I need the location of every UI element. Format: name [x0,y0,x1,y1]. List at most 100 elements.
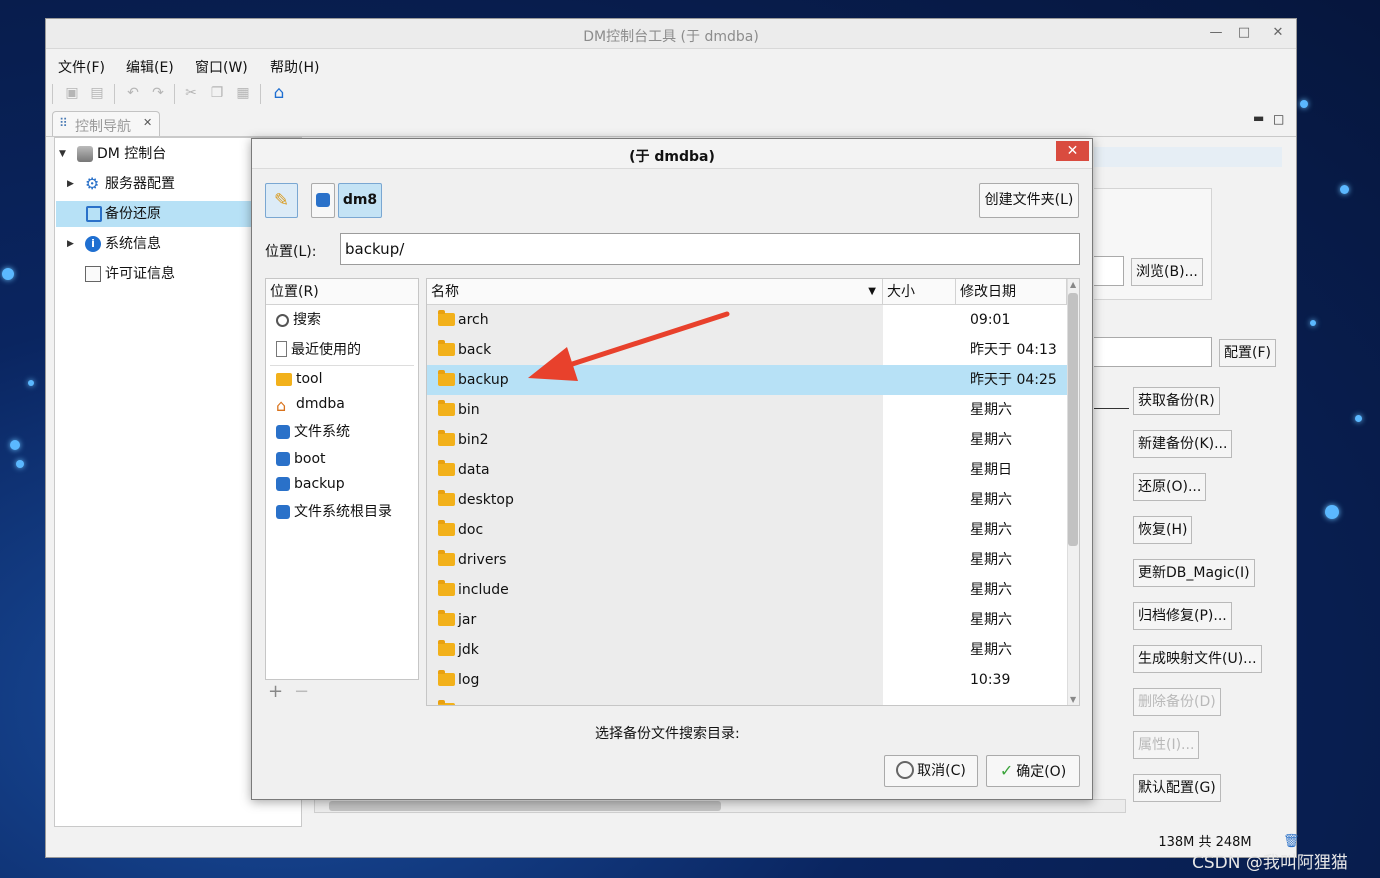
place-filesystem[interactable]: 文件系统 [276,420,350,445]
ok-label: 确定(O) [1016,764,1067,780]
column-name[interactable]: 名称 ▼ [427,279,883,305]
update-db-magic-button[interactable]: 更新DB_Magic(I) [1133,559,1255,587]
menu-help[interactable]: 帮助(H) [270,57,319,77]
file-row[interactable]: bin2 星期六 [427,425,1067,455]
window-title: DM控制台工具 (于 dmdba) [583,29,759,45]
expand-arrow-icon[interactable]: ▶ [67,171,74,197]
file-modified: 星期六 [970,642,1012,658]
recover-button[interactable]: 恢复(H) [1133,516,1193,544]
default-config-button[interactable]: 默认配置(G) [1133,774,1221,802]
file-row[interactable]: log 10:39 [427,665,1067,695]
file-row[interactable]: desktop 星期六 [427,485,1067,515]
file-row[interactable]: jar 星期六 [427,605,1067,635]
file-row[interactable]: data 星期日 [427,455,1067,485]
list-divider [1094,408,1129,409]
column-modified[interactable]: 修改日期 [956,279,1067,305]
home-icon[interactable]: ⌂ [270,84,288,102]
maximize-button[interactable]: □ [1234,24,1254,42]
tree-item-label: DM 控制台 [97,146,167,162]
file-row[interactable]: bin 星期六 [427,395,1067,425]
view-maximize-icon[interactable]: □ [1273,112,1284,126]
file-row-partial[interactable] [427,695,1067,705]
path-segment-dm8[interactable]: dm8 [338,183,382,218]
file-modified: 星期六 [970,612,1012,628]
file-row[interactable]: jdk 星期六 [427,635,1067,665]
annotation-arrow-icon [528,311,730,381]
scroll-down-icon[interactable]: ▼ [1070,695,1076,704]
minimize-button[interactable]: — [1206,24,1226,42]
pencil-icon: ✎ [273,190,290,211]
file-row[interactable]: doc 星期六 [427,515,1067,545]
folder-icon [438,670,455,686]
undo-icon[interactable]: ↶ [124,84,142,102]
dialog-close-button[interactable]: ✕ [1056,141,1089,161]
edit-path-button[interactable]: ✎ [265,183,298,218]
file-row[interactable]: drivers 星期六 [427,545,1067,575]
scroll-up-icon[interactable]: ▲ [1070,280,1076,289]
menu-edit[interactable]: 编辑(E) [126,57,174,77]
place-backup[interactable]: backup [276,472,345,497]
delete-backup-button[interactable]: 删除备份(D) [1133,688,1221,716]
expand-arrow-icon[interactable]: ▶ [67,231,74,257]
save-icon[interactable]: ▣ [63,84,81,102]
properties-button[interactable]: 属性(I)... [1133,731,1200,759]
place-recent[interactable]: 最近使用的 [276,338,361,363]
file-row[interactable]: include 星期六 [427,575,1067,605]
tab-navigation[interactable]: ⠿ 控制导航 ✕ [52,111,160,137]
config-input[interactable] [1094,337,1212,367]
save-all-icon[interactable]: ▤ [88,84,106,102]
folder-icon [438,640,455,656]
place-tool[interactable]: tool [276,367,323,392]
get-backup-button[interactable]: 获取备份(R) [1133,387,1220,415]
generate-map-file-button[interactable]: 生成映射文件(U)... [1133,645,1262,673]
view-minimize-icon[interactable]: ▬ [1253,111,1264,125]
new-backup-button[interactable]: 新建备份(K)... [1133,430,1233,458]
archive-repair-button[interactable]: 归档修复(P)... [1133,602,1232,630]
create-folder-button[interactable]: 创建文件夹(L) [979,183,1079,218]
paste-icon[interactable]: ▦ [234,84,252,102]
menu-file[interactable]: 文件(F) [58,57,105,77]
file-modified: 星期六 [970,432,1012,448]
cut-icon[interactable]: ✂ [182,84,200,102]
ok-button[interactable]: ✓ 确定(O) [986,755,1080,787]
file-name: jar [458,612,477,628]
place-search[interactable]: 搜索 [276,308,321,333]
tree-item-label: 服务器配置 [105,176,175,192]
file-modified: 10:39 [970,672,1011,688]
remove-place-icon[interactable]: − [294,681,309,702]
place-root[interactable]: 文件系统根目录 [276,500,392,525]
location-input[interactable]: backup/ [340,233,1080,265]
close-button[interactable]: ✕ [1268,24,1288,42]
home-icon: ⌂ [276,396,287,415]
config-button[interactable]: 配置(F) [1219,339,1276,367]
horizontal-scrollbar[interactable] [314,799,1126,813]
path-input[interactable] [1094,256,1124,286]
path-left-button[interactable] [311,183,335,218]
place-dmdba[interactable]: ⌂ dmdba [276,392,345,417]
redo-icon[interactable]: ↷ [149,84,167,102]
folder-icon [276,373,292,386]
cancel-button[interactable]: 取消(C) [884,755,978,787]
scrollbar-thumb[interactable] [329,801,721,811]
folder-icon [438,520,455,536]
scrollbar-thumb[interactable] [1068,293,1078,546]
browse-button[interactable]: 浏览(B)... [1131,258,1203,286]
places-header: 位置(R) [266,279,418,305]
places-panel: 位置(R) 搜索 最近使用的 tool ⌂ dmdba 文件系统 boot bac… [265,278,419,680]
column-size[interactable]: 大小 [883,279,956,305]
menu-window[interactable]: 窗口(W) [195,57,248,77]
drive-icon [316,193,330,207]
search-icon [276,314,289,327]
expand-arrow-icon[interactable]: ▼ [59,141,66,167]
file-modified: 昨天于 04:13 [970,342,1057,358]
navigation-icon: ⠿ [59,116,68,130]
tab-close-icon[interactable]: ✕ [143,116,152,129]
file-list-scrollbar[interactable]: ▲ ▼ [1067,279,1079,705]
restore-button[interactable]: 还原(O)... [1133,473,1207,501]
place-boot[interactable]: boot [276,447,326,472]
add-place-icon[interactable]: + [268,681,283,702]
place-label: 最近使用的 [291,342,361,358]
folder-icon [438,340,455,356]
copy-icon[interactable]: ❐ [208,84,226,102]
file-modified: 09:01 [970,312,1011,328]
